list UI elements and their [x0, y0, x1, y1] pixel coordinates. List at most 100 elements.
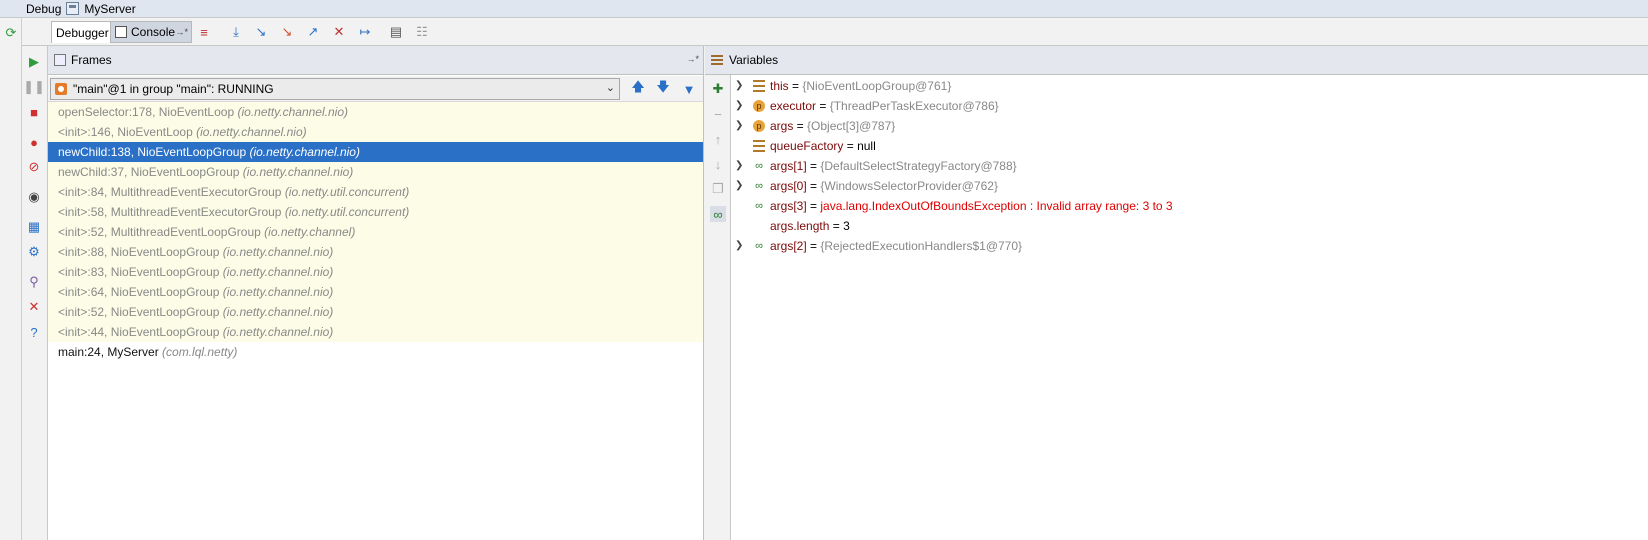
frame-method: <init>:64, NioEventLoopGroup	[58, 285, 220, 299]
frame-row[interactable]: <init>:58, MultithreadEventExecutorGroup…	[48, 202, 703, 222]
get-thread-dump-icon[interactable]: ◉	[26, 189, 42, 205]
move-watch-down-icon[interactable]: ↓	[710, 156, 726, 172]
frame-package: (io.netty.channel.nio)	[222, 325, 334, 339]
remove-watch-icon[interactable]: −	[710, 106, 726, 122]
debug-toolbar: Debugger Console →* ≡ ⤓ ↘ ↘ ↗ ✕ ↦ ▤ ☷	[22, 18, 1648, 46]
frame-row-selected[interactable]: newChild:138, NioEventLoopGroup (io.nett…	[48, 142, 703, 162]
run-config-icon	[66, 2, 80, 15]
step-over-icon[interactable]: ⤓	[228, 24, 244, 40]
trace-icon[interactable]: ☷	[414, 24, 430, 40]
watch-icon: ∞	[755, 180, 763, 192]
hide-icon[interactable]: →*	[686, 54, 699, 64]
expand-arrow-icon[interactable]: ❯	[735, 96, 745, 116]
variable-value: {DefaultSelectStrategyFactory@788}	[820, 159, 1017, 173]
variable-value: {ThreadPerTaskExecutor@786}	[829, 99, 999, 113]
frame-row[interactable]: <init>:88, NioEventLoopGroup (io.netty.c…	[48, 242, 703, 262]
run-config-name[interactable]: MyServer	[84, 2, 135, 16]
frame-package: (com.lql.netty)	[162, 345, 238, 359]
variable-value: null	[857, 139, 876, 153]
frame-method: <init>:146, NioEventLoop	[58, 125, 193, 139]
view-breakpoints-icon[interactable]: ●	[26, 134, 42, 150]
variables-icon	[711, 55, 723, 65]
expand-arrow-icon[interactable]: ❯	[735, 76, 745, 96]
step-out-icon[interactable]: ↗	[305, 24, 321, 40]
close-icon[interactable]: ✕	[26, 299, 42, 315]
debug-window-label: Debug	[26, 1, 62, 16]
equals-sign: =	[806, 199, 821, 213]
frame-row[interactable]: main:24, MyServer (com.lql.netty)	[48, 342, 703, 362]
expand-arrow-icon[interactable]: ❯	[735, 236, 745, 256]
drop-frame-icon[interactable]: ✕	[331, 24, 347, 40]
new-watch-icon[interactable]: ✚	[710, 81, 726, 97]
variable-row[interactable]: ❯ ∞ args[1] = {DefaultSelectStrategyFact…	[731, 156, 1631, 176]
filter-frames-icon[interactable]: ▼	[681, 81, 697, 97]
frames-list: openSelector:178, NioEventLoop (io.netty…	[48, 102, 703, 362]
rerun-icon[interactable]: ⟳	[3, 25, 19, 41]
frame-package: (io.netty.channel.nio)	[237, 105, 348, 119]
variable-row[interactable]: ❯ this = {NioEventLoopGroup@761}	[731, 76, 1631, 96]
frame-row[interactable]: <init>:146, NioEventLoop (io.netty.chann…	[48, 122, 703, 142]
frames-icon	[54, 54, 66, 66]
expand-arrow-icon[interactable]: ❯	[735, 176, 745, 196]
thread-status-icon	[55, 83, 67, 95]
frame-row[interactable]: <init>:44, NioEventLoopGroup (io.netty.c…	[48, 322, 703, 342]
force-step-into-icon[interactable]: ↘	[279, 24, 295, 40]
evaluate-expression-icon[interactable]: ▤	[388, 24, 404, 40]
pin-tab-icon[interactable]: ⚲	[26, 274, 42, 290]
variable-row[interactable]: queueFactory = null	[731, 136, 1631, 156]
variables-title: Variables	[729, 53, 779, 67]
next-frame-arrow-icon[interactable]: 🡇	[655, 79, 671, 97]
help-icon[interactable]: ?	[26, 324, 42, 340]
run-to-cursor-icon[interactable]: ↦	[357, 24, 373, 40]
variable-row[interactable]: ❯ p executor = {ThreadPerTaskExecutor@78…	[731, 96, 1631, 116]
variable-value: {RejectedExecutionHandlers$1@770}	[820, 239, 1023, 253]
frame-package: (io.netty.channel.nio)	[222, 305, 334, 319]
variable-value-error: java.lang.IndexOutOfBoundsException : In…	[820, 199, 1173, 213]
frame-method: newChild:138, NioEventLoopGroup	[58, 145, 247, 159]
variable-row[interactable]: args.length = 3	[731, 216, 1631, 236]
frame-row[interactable]: openSelector:178, NioEventLoop (io.netty…	[48, 102, 703, 122]
frame-row[interactable]: <init>:52, NioEventLoopGroup (io.netty.c…	[48, 302, 703, 322]
tab-console[interactable]: Console →*	[110, 21, 192, 43]
variable-row[interactable]: ❯ ∞ args[0] = {WindowsSelectorProvider@7…	[731, 176, 1631, 196]
variable-row[interactable]: ∞ args[3] = java.lang.IndexOutOfBoundsEx…	[731, 196, 1631, 216]
variable-name: args.length	[770, 219, 830, 233]
show-watches-in-variables-icon[interactable]: ∞	[710, 206, 726, 222]
frame-package: (io.netty.channel.nio)	[222, 265, 334, 279]
pin-icon[interactable]: →*	[175, 22, 188, 42]
stop-icon[interactable]: ■	[26, 104, 42, 120]
variable-value: {NioEventLoopGroup@761}	[802, 79, 952, 93]
variable-name: queueFactory	[770, 139, 844, 153]
settings-gear-icon[interactable]: ⚙	[26, 244, 42, 260]
move-watch-up-icon[interactable]: ↑	[710, 131, 726, 147]
variable-row[interactable]: ❯ ∞ args[2] = {RejectedExecutionHandlers…	[731, 236, 1631, 256]
variable-row[interactable]: ❯ p args = {Object[3]@787}	[731, 116, 1631, 136]
step-into-icon[interactable]: ↘	[253, 24, 269, 40]
watch-icon: ∞	[755, 160, 763, 172]
frame-package: (io.netty.util.concurrent)	[284, 205, 410, 219]
pause-icon[interactable]: ❚❚	[23, 79, 45, 95]
variables-tree: ❯ this = {NioEventLoopGroup@761} ❯ p exe…	[731, 75, 1648, 540]
restore-layout-icon[interactable]: ▦	[26, 219, 42, 235]
frames-panel: Frames →* "main"@1 in group "main": RUNN…	[48, 46, 704, 540]
frame-row[interactable]: <init>:83, NioEventLoopGroup (io.netty.c…	[48, 262, 703, 282]
resume-icon[interactable]: ▶	[26, 54, 42, 70]
frame-row[interactable]: <init>:64, NioEventLoopGroup (io.netty.c…	[48, 282, 703, 302]
previous-frame-arrow-icon[interactable]: 🡅	[630, 79, 646, 97]
equals-sign: =	[843, 139, 858, 153]
expand-arrow-icon[interactable]: ❯	[735, 156, 745, 176]
show-execution-point-icon[interactable]: ≡	[196, 24, 212, 40]
thread-row: "main"@1 in group "main": RUNNING ⌄ 🡅 🡇 …	[48, 76, 703, 102]
frame-package: (io.netty.util.concurrent)	[284, 185, 410, 199]
mute-breakpoints-icon[interactable]: ⊘	[26, 159, 42, 175]
frame-row[interactable]: <init>:84, MultithreadEventExecutorGroup…	[48, 182, 703, 202]
frame-row[interactable]: <init>:52, MultithreadEventLoopGroup (io…	[48, 222, 703, 242]
frame-method: newChild:37, NioEventLoopGroup	[58, 165, 240, 179]
thread-dropdown[interactable]: "main"@1 in group "main": RUNNING ⌄	[50, 78, 620, 100]
duplicate-watch-icon[interactable]: ❐	[710, 181, 726, 197]
frame-method: <init>:88, NioEventLoopGroup	[58, 245, 220, 259]
tab-debugger[interactable]: Debugger	[51, 21, 114, 43]
expand-arrow-icon[interactable]: ❯	[735, 116, 745, 136]
frame-row[interactable]: newChild:37, NioEventLoopGroup (io.netty…	[48, 162, 703, 182]
frame-method: <init>:44, NioEventLoopGroup	[58, 325, 220, 339]
